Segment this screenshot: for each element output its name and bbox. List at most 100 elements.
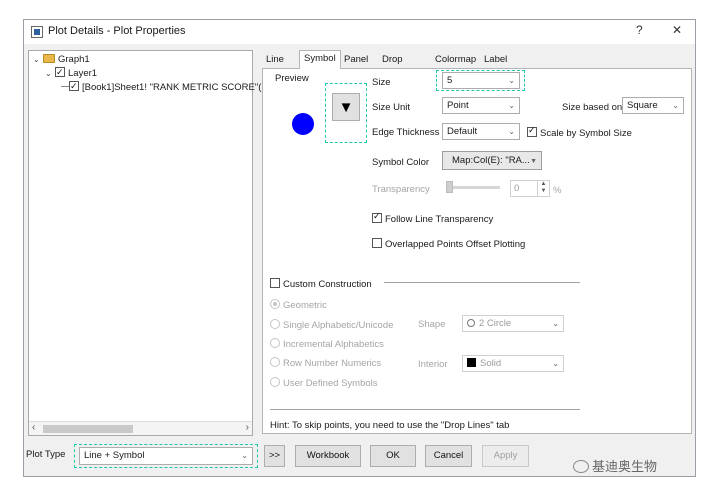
chevron-down-icon[interactable]: ⌄ — [33, 53, 43, 67]
folder-icon — [43, 54, 55, 63]
size-based-on-value: Square — [627, 100, 658, 111]
tab-label[interactable]: Label — [480, 52, 511, 68]
plot-tree-panel: ⌄Graph1 ⌄Layer1 [Book1]Sheet1! "RANK MET… — [28, 50, 265, 436]
checkbox[interactable] — [372, 211, 382, 223]
interior-combo[interactable]: Solid ⌄ — [462, 355, 564, 372]
tree-item-plot[interactable]: [Book1]Sheet1! "RANK METRIC SCORE"(( — [61, 79, 265, 95]
size-unit-value: Point — [447, 100, 469, 111]
size-label: Size — [372, 77, 391, 88]
radio-row-number-numerics[interactable]: Row Number Numerics — [270, 357, 381, 369]
close-button[interactable]: ✕ — [672, 23, 682, 37]
custom-construction-checkbox[interactable]: Custom Construction — [270, 278, 372, 290]
tab-symbol[interactable]: Symbol — [299, 50, 341, 69]
size-value: 5 — [447, 75, 453, 86]
tab-panel[interactable]: Panel — [340, 52, 372, 68]
chevron-down-icon: ⌄ — [508, 76, 515, 85]
cancel-button[interactable]: Cancel — [425, 445, 472, 467]
solid-swatch-icon — [467, 358, 476, 367]
tab-colormap[interactable]: Colormap — [431, 52, 480, 68]
apply-button[interactable]: Apply — [482, 445, 529, 467]
help-button[interactable]: ? — [636, 23, 643, 37]
symbol-color-value: Map:Col(E): "RA... — [452, 155, 530, 166]
follow-line-transparency-label: Follow Line Transparency — [385, 214, 494, 225]
size-unit-label: Size Unit — [372, 102, 411, 113]
interior-label: Interior — [418, 359, 448, 370]
title-bar: Plot Details - Plot Properties ? ✕ — [24, 20, 695, 44]
scroll-left-icon[interactable]: ‹ — [32, 422, 35, 433]
chevron-down-icon[interactable]: ⌄ — [45, 67, 55, 81]
radio-button[interactable] — [270, 338, 280, 348]
overlapped-points-label: Overlapped Points Offset Plotting — [385, 239, 526, 250]
symbol-color-label: Symbol Color — [372, 157, 430, 168]
plot-type-label: Plot Type — [26, 449, 66, 460]
radio-geometric[interactable]: Geometric — [270, 299, 327, 311]
size-based-on-label: Size based on — [562, 102, 623, 113]
watermark-text: 基迪奥生物 — [592, 459, 658, 474]
size-unit-combo[interactable]: Point ⌄ — [442, 97, 520, 114]
tree-connector — [61, 86, 69, 87]
shape-label: Shape — [418, 319, 446, 330]
transparency-slider-thumb[interactable] — [446, 181, 453, 193]
overlapped-points-checkbox[interactable]: Overlapped Points Offset Plotting — [372, 238, 525, 250]
size-based-on-combo[interactable]: Square ⌄ — [622, 97, 684, 114]
scale-by-symbol-size-checkbox[interactable]: Scale by Symbol Size — [527, 125, 632, 139]
workbook-button[interactable]: Workbook — [295, 445, 361, 467]
follow-line-transparency-checkbox[interactable]: Follow Line Transparency — [372, 211, 494, 225]
scrollbar-thumb[interactable] — [43, 425, 133, 433]
custom-construction-label: Custom Construction — [283, 279, 372, 290]
checkbox[interactable] — [372, 238, 382, 248]
scroll-right-icon[interactable]: › — [246, 422, 249, 433]
expand-button[interactable]: >> — [264, 445, 285, 467]
shape-combo[interactable]: 2 Circle ⌄ — [462, 315, 564, 332]
dropdown-arrow-icon: ▼ — [530, 158, 537, 165]
chevron-down-icon: ⌄ — [552, 359, 559, 368]
shape-value: 2 Circle — [479, 318, 512, 329]
plot-checkbox[interactable] — [69, 79, 79, 93]
radio-row-number-numerics-label: Row Number Numerics — [283, 358, 382, 369]
radio-button[interactable] — [270, 377, 280, 387]
radio-single-alphabetic-label: Single Alphabetic/Unicode — [283, 320, 394, 331]
layer-checkbox[interactable] — [55, 65, 65, 79]
radio-button[interactable] — [270, 357, 280, 367]
symbol-tab-content: Preview ▼ Size 5 ⌄ Size Unit Point ⌄ Size … — [262, 68, 692, 434]
interior-value: Solid — [480, 358, 502, 369]
tree-horizontal-scrollbar[interactable]: ‹ › — [29, 421, 252, 435]
radio-user-defined-symbols[interactable]: User Defined Symbols — [270, 377, 378, 389]
tree-item-graph-label: Graph1 — [58, 54, 90, 65]
checkbox[interactable] — [527, 125, 537, 137]
spin-arrows-icon[interactable]: ▲ ▼ — [537, 181, 549, 196]
symbol-color-dropdown[interactable]: Map:Col(E): "RA... ▼ — [442, 151, 542, 170]
checkbox[interactable] — [270, 278, 280, 288]
edge-thickness-value: Default — [447, 126, 478, 137]
chevron-down-icon: ⌄ — [241, 451, 248, 460]
window-title: Plot Details - Plot Properties — [48, 25, 186, 37]
edge-thickness-combo[interactable]: Default ⌄ — [442, 123, 520, 140]
chevron-down-icon: ⌄ — [508, 127, 515, 136]
plot-type-combo[interactable]: Line + Symbol ⌄ — [79, 447, 253, 465]
symbol-gallery-button[interactable]: ▼ — [332, 93, 360, 121]
watermark: 基迪奥生物 — [573, 456, 657, 475]
ok-button[interactable]: OK — [370, 445, 416, 467]
radio-button[interactable] — [270, 299, 280, 309]
tab-line[interactable]: Line — [262, 52, 288, 68]
down-triangle-icon: ▼ — [338, 98, 354, 116]
chevron-down-icon: ⌄ — [552, 319, 559, 328]
wechat-icon — [573, 460, 589, 473]
edge-thickness-label: Edge Thickness — [372, 127, 440, 138]
plot-type-value: Line + Symbol — [84, 450, 145, 461]
hint-divider — [270, 409, 580, 411]
chevron-down-icon: ⌄ — [672, 101, 679, 110]
section-divider — [384, 282, 580, 284]
preview-label: Preview — [275, 73, 309, 84]
transparency-slider-track[interactable] — [446, 186, 500, 189]
size-combo[interactable]: 5 ⌄ — [442, 72, 520, 89]
transparency-unit: % — [553, 185, 562, 196]
tab-drop-lines[interactable]: Drop Lines — [378, 52, 409, 81]
transparency-spinbox[interactable]: 0 ▲ ▼ — [510, 180, 550, 197]
radio-geometric-label: Geometric — [283, 300, 327, 311]
chevron-down-icon: ⌄ — [508, 101, 515, 110]
tree-item-plot-label: [Book1]Sheet1! "RANK METRIC SCORE"(( — [82, 82, 265, 93]
radio-single-alphabetic[interactable]: Single Alphabetic/Unicode — [270, 319, 393, 331]
radio-button[interactable] — [270, 319, 280, 329]
radio-incremental-alphabetics[interactable]: Incremental Alphabetics — [270, 338, 384, 350]
